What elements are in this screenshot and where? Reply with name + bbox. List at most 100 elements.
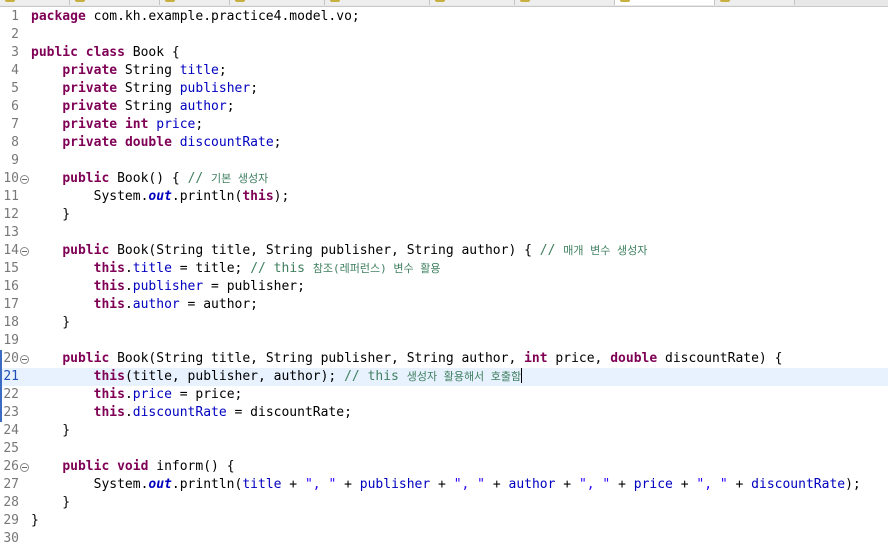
fold-collapse-icon[interactable] (20, 463, 29, 472)
code-token: int (524, 351, 548, 366)
code-token: // (539, 243, 564, 258)
code-line[interactable]: 27 System.out.println(title + ", " + pub… (0, 476, 888, 494)
code-line[interactable]: 24 } (0, 422, 888, 440)
editor-tab[interactable] (715, 0, 795, 5)
fold-collapse-icon[interactable] (20, 175, 29, 184)
code-line[interactable]: 9 (0, 152, 888, 170)
code-line[interactable]: 30 (0, 530, 888, 548)
code-line[interactable]: 25 (0, 440, 888, 458)
line-number: 18 (3, 315, 19, 330)
code-token: this (242, 189, 274, 204)
code-text: public class Book { (31, 44, 180, 62)
code-line[interactable]: 1 package com.kh.example.practice4.model.… (0, 8, 888, 26)
code-text: } (31, 422, 70, 440)
code-line-current[interactable]: 21 this(title, publisher, author); // th… (0, 368, 888, 386)
code-line[interactable]: 13 (0, 224, 888, 242)
editor-tab[interactable] (0, 0, 70, 5)
code-token: } (31, 423, 71, 438)
java-file-icon (720, 0, 730, 2)
code-line[interactable]: 28 } (0, 494, 888, 512)
code-line[interactable]: 15 this.title = title; // this 참조(레퍼런스) … (0, 260, 888, 278)
code-token: ; (250, 81, 259, 96)
code-token: ); (845, 477, 861, 492)
code-line[interactable]: 3 public class Book { (0, 44, 888, 62)
code-line[interactable]: 4 private String title; (0, 62, 888, 80)
code-line[interactable]: 11 System.out.println(this); (0, 188, 888, 206)
editor-tab-active[interactable] (615, 0, 715, 5)
code-token: + (336, 477, 360, 492)
editor-tab[interactable] (230, 0, 325, 5)
code-token: ); (273, 189, 290, 204)
code-line[interactable]: 22 this.price = price; (0, 386, 888, 404)
code-line[interactable]: 19 (0, 332, 888, 350)
java-file-icon (165, 0, 175, 2)
code-token: double (124, 135, 172, 150)
code-token: void (117, 459, 149, 474)
line-number: 27 (3, 477, 19, 492)
code-text: } (31, 314, 70, 332)
code-line[interactable]: 16 this.publisher = publisher; (0, 278, 888, 296)
code-text: this(title, publisher, author); // this … (31, 368, 523, 386)
code-token: ", " (696, 477, 728, 492)
code-line[interactable]: 5 private String publisher; (0, 80, 888, 98)
code-token: 기본 생성자 (211, 172, 269, 185)
code-text: private String title; (31, 62, 226, 80)
code-line[interactable]: 7 private int price; (0, 116, 888, 134)
code-line[interactable]: 26 public void inform() { (0, 458, 888, 476)
code-token: . (124, 297, 133, 312)
code-token: private (62, 81, 118, 96)
code-token: this (93, 387, 125, 402)
java-file-icon (235, 0, 245, 2)
code-text: public void inform() { (31, 458, 234, 476)
editor-tab[interactable] (70, 0, 160, 5)
code-line[interactable]: 6 private String author; (0, 98, 888, 116)
editor-tab[interactable] (430, 0, 515, 5)
code-editor[interactable]: 1 package com.kh.example.practice4.model.… (0, 8, 888, 546)
code-line[interactable]: 17 this.author = author; (0, 296, 888, 314)
code-text: } (31, 206, 70, 224)
code-token: (title, publisher, author); (124, 369, 345, 384)
code-token: = price; (171, 387, 243, 402)
code-line[interactable]: 14 public Book(String title, String publ… (0, 242, 888, 260)
code-token: } (31, 513, 39, 528)
code-token: double (610, 351, 658, 366)
code-text: this.author = author; (31, 296, 258, 314)
line-number: 10 (3, 171, 19, 186)
code-text: public Book() { // 기본 생성자 (31, 170, 268, 188)
code-line[interactable]: 29} (0, 512, 888, 530)
editor-tab[interactable] (515, 0, 615, 5)
fold-collapse-icon[interactable] (20, 355, 29, 364)
line-number: 6 (11, 99, 19, 114)
code-token: // this (250, 261, 313, 276)
code-line[interactable]: 8 private double discountRate; (0, 134, 888, 152)
editor-tab[interactable] (160, 0, 230, 5)
code-token: 생성자 활용해서 호출함 (406, 370, 522, 383)
code-line[interactable]: 2 (0, 26, 888, 44)
code-line[interactable]: 23 this.discountRate = discountRate; (0, 404, 888, 422)
code-line[interactable]: 20 public Book(String title, String publ… (0, 350, 888, 368)
code-token: ", " (578, 477, 611, 492)
line-number: 12 (3, 207, 19, 222)
line-number: 29 (3, 513, 19, 528)
editor-tab[interactable] (325, 0, 430, 5)
code-line[interactable]: 12 } (0, 206, 888, 224)
fold-collapse-icon[interactable] (20, 247, 29, 256)
code-line[interactable]: 18 } (0, 314, 888, 332)
code-token: this (93, 279, 125, 294)
line-number: 23 (3, 405, 19, 420)
code-token: out (148, 189, 172, 204)
code-token: Book { (124, 45, 180, 60)
code-line[interactable]: 10 public Book() { // 기본 생성자 (0, 170, 888, 188)
code-text: private int price; (31, 116, 203, 134)
code-token: String (117, 81, 180, 96)
